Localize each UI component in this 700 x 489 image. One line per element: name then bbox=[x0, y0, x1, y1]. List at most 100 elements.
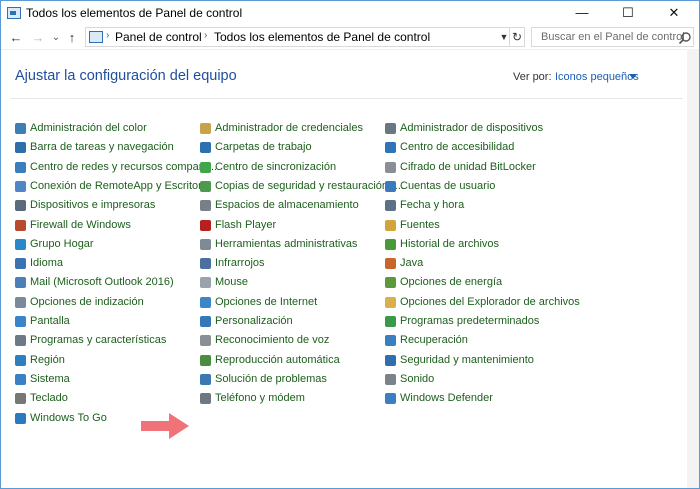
title-bar[interactable]: Todos los elementos de Panel de control … bbox=[1, 1, 699, 27]
control-panel-item-label: Conexión de RemoteApp y Escritorio bbox=[30, 179, 211, 192]
control-panel-icon bbox=[7, 7, 21, 19]
control-panel-item-label: Personalización bbox=[215, 315, 293, 327]
control-panel-item-label: Administración del color bbox=[30, 122, 147, 134]
fonts-icon bbox=[385, 219, 396, 231]
firewall-icon bbox=[15, 219, 26, 231]
indexing-icon bbox=[15, 296, 26, 308]
chevron-down-icon[interactable] bbox=[629, 74, 637, 79]
control-panel-item-label: Fecha y hora bbox=[400, 199, 465, 212]
display-icon bbox=[15, 316, 26, 327]
control-panel-item-label: Reconocimiento de voz bbox=[215, 334, 330, 347]
language-icon bbox=[15, 258, 26, 270]
control-panel-item-label: Opciones del Explorador de archivos bbox=[400, 295, 580, 308]
control-panel-item-label: Teclado bbox=[30, 392, 68, 405]
work-folders-icon bbox=[200, 142, 211, 154]
system-icon bbox=[15, 373, 26, 385]
color-management-icon bbox=[15, 123, 26, 134]
maximize-button[interactable]: ☐ bbox=[605, 1, 651, 27]
control-panel-item-label: Administrador de credenciales bbox=[215, 122, 363, 134]
device-manager-icon bbox=[385, 123, 396, 134]
sync-icon bbox=[200, 161, 211, 173]
windows-defender-icon bbox=[385, 393, 396, 405]
up-button[interactable]: ↑ bbox=[63, 28, 81, 48]
vertical-scrollbar[interactable] bbox=[687, 49, 699, 488]
phone-modem-icon bbox=[200, 393, 211, 405]
internet-options-icon bbox=[200, 296, 211, 308]
control-panel-icon bbox=[89, 31, 103, 43]
control-panel-item-label: Pantalla bbox=[30, 315, 70, 327]
control-panel-item-label: Java bbox=[400, 257, 424, 270]
homegroup-icon bbox=[15, 238, 26, 250]
credential-icon bbox=[200, 123, 211, 134]
control-panel-item-label: Opciones de indización bbox=[30, 295, 144, 308]
red-arrow-annotation bbox=[141, 413, 189, 439]
control-panel-item-label: Espacios de almacenamiento bbox=[215, 199, 359, 212]
page-title: Ajustar la configuración del equipo bbox=[15, 68, 237, 84]
control-panel-item-label: Centro de sincronización bbox=[215, 160, 337, 173]
admin-tools-icon bbox=[200, 238, 211, 250]
date-time-icon bbox=[385, 200, 396, 212]
control-panel-item-label: Sistema bbox=[30, 372, 70, 385]
search-box[interactable]: Buscar en el Panel de control bbox=[531, 27, 694, 47]
search-input[interactable]: Buscar en el Panel de control bbox=[541, 31, 685, 43]
programs-icon bbox=[15, 335, 26, 347]
breadcrumb-control-panel[interactable]: Panel de control bbox=[115, 30, 202, 44]
security-maintenance-icon bbox=[385, 354, 396, 366]
control-panel-item-label: Historial de archivos bbox=[400, 237, 500, 250]
control-panel-item-label: Carpetas de trabajo bbox=[215, 141, 312, 154]
control-panel-item-label: Opciones de Internet bbox=[215, 295, 318, 308]
control-panel-item-label: Infrarrojos bbox=[215, 257, 265, 270]
control-panel-item-label: Mouse bbox=[215, 276, 249, 289]
control-panel-item-label: Mail (Microsoft Outlook 2016) bbox=[30, 276, 174, 289]
close-button[interactable]: ✕ bbox=[651, 1, 697, 27]
control-panel-item-label: Solución de problemas bbox=[215, 372, 327, 385]
control-panel-item-label: Reproducción automática bbox=[215, 353, 340, 366]
keyboard-icon bbox=[15, 393, 26, 405]
control-panel-item-label: Fuentes bbox=[400, 218, 440, 231]
back-button[interactable]: ← bbox=[7, 28, 25, 48]
remoteapp-icon bbox=[15, 180, 26, 192]
breadcrumb-separator[interactable]: › bbox=[204, 30, 207, 41]
folder-options-icon bbox=[385, 296, 396, 308]
printer-icon bbox=[15, 200, 26, 212]
control-panel-item-label: Grupo Hogar bbox=[30, 237, 94, 250]
window-title: Todos los elementos de Panel de control bbox=[26, 6, 243, 20]
control-panel-item-label: Windows Defender bbox=[400, 392, 493, 405]
speech-icon bbox=[200, 335, 211, 347]
region-icon bbox=[15, 354, 26, 366]
view-by-label: Ver por: bbox=[513, 71, 552, 83]
view-by-dropdown[interactable]: Iconos pequeños bbox=[555, 71, 639, 83]
search-icon[interactable] bbox=[678, 31, 692, 45]
recovery-icon bbox=[385, 335, 396, 347]
address-bar[interactable]: › Panel de control › Todos los elementos… bbox=[85, 27, 525, 47]
control-panel-item-label: Cifrado de unidad BitLocker bbox=[400, 160, 536, 173]
control-panel-item-label: Flash Player bbox=[215, 218, 277, 231]
taskbar-icon bbox=[15, 142, 26, 154]
user-accounts-icon bbox=[385, 180, 396, 192]
control-panel-item-label: Herramientas administrativas bbox=[215, 237, 358, 250]
autoplay-icon bbox=[200, 354, 211, 366]
refresh-icon[interactable]: ↻ bbox=[509, 27, 525, 47]
divider bbox=[11, 98, 683, 99]
file-history-icon bbox=[385, 238, 396, 250]
storage-icon bbox=[200, 200, 211, 212]
breadcrumb-separator[interactable]: › bbox=[106, 30, 109, 41]
mail-icon bbox=[15, 277, 26, 289]
troubleshooting-icon bbox=[200, 373, 211, 385]
personalization-icon bbox=[200, 316, 211, 327]
control-panel-item-label: Firewall de Windows bbox=[30, 218, 131, 231]
control-panel-window: Todos los elementos de Panel de control … bbox=[0, 0, 700, 489]
control-panel-item-label: Programas y características bbox=[30, 334, 167, 347]
control-panel-item-label: Barra de tareas y navegación bbox=[30, 141, 174, 154]
control-panel-item-label: Copias de seguridad y restauración (... bbox=[215, 179, 404, 192]
sound-icon bbox=[385, 373, 396, 385]
breadcrumb-all-items[interactable]: Todos los elementos de Panel de control bbox=[214, 30, 430, 44]
forward-button[interactable]: → bbox=[29, 28, 47, 48]
windows-to-go-icon bbox=[15, 412, 26, 424]
control-panel-item-label: Recuperación bbox=[400, 334, 468, 347]
minimize-button[interactable]: — bbox=[559, 1, 605, 27]
control-panel-item-label: Opciones de energía bbox=[400, 276, 503, 289]
control-panel-item-label: Administrador de dispositivos bbox=[400, 122, 544, 134]
control-panel-item-label: Sonido bbox=[400, 372, 435, 385]
control-panel-item-label: Centro de redes y recursos comparti... bbox=[30, 160, 218, 173]
